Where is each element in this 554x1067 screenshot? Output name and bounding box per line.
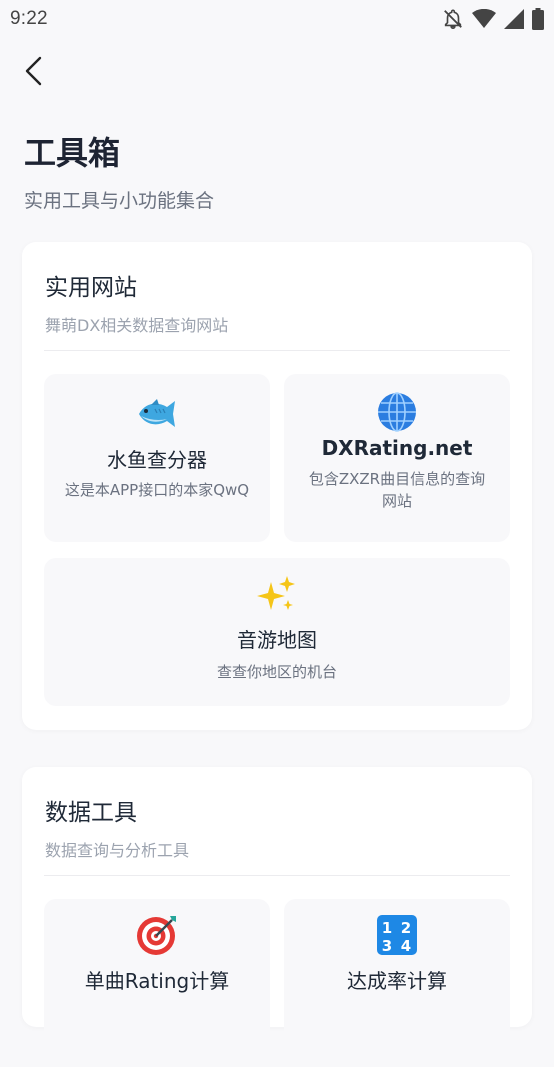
tile-name: 单曲Rating计算: [84, 969, 230, 993]
status-bar: 9:22: [0, 0, 554, 38]
divider: [44, 350, 510, 351]
shuiyu-tile[interactable]: 水鱼查分器 这是本APP接口的本家QwQ: [44, 374, 270, 542]
page-subtitle: 实用工具与小功能集合: [24, 190, 215, 212]
section-title: 实用网站: [45, 275, 137, 301]
numbers-icon: 1 2 3 4: [376, 915, 418, 955]
back-arrow-icon: [25, 56, 42, 86]
sparkles-icon: [257, 574, 297, 614]
back-button[interactable]: [16, 52, 52, 90]
status-time: 9:22: [10, 8, 48, 29]
data-tools-card: 数据工具 数据查询与分析工具 单曲Rating计算 1 2 3 4 达成率计算: [22, 767, 532, 1067]
tile-name: 水鱼查分器: [107, 448, 207, 472]
tile-name: DXRating.net: [321, 436, 473, 460]
section-description: 数据查询与分析工具: [45, 841, 190, 860]
section-description: 舞萌DX相关数据查询网站: [45, 316, 229, 335]
music-game-map-tile[interactable]: 音游地图 查查你地区的机台: [44, 558, 510, 706]
tile-description: 这是本APP接口的本家QwQ: [64, 481, 250, 499]
wifi-icon: [472, 9, 496, 28]
battery-icon: [532, 8, 544, 30]
notifications-off-icon: [444, 9, 462, 29]
section-title: 数据工具: [45, 800, 137, 826]
tile-name: 音游地图: [237, 628, 317, 652]
fish-icon: [135, 394, 179, 434]
tile-name: 达成率计算: [347, 969, 447, 993]
target-icon: [136, 915, 178, 955]
svg-text:3: 3: [382, 937, 392, 955]
dxrating-tile[interactable]: DXRating.net 包含ZXZR曲目信息的查询网站: [284, 374, 510, 542]
svg-text:2: 2: [401, 919, 411, 937]
achievement-calc-tile[interactable]: 1 2 3 4 达成率计算: [284, 899, 510, 1067]
useful-websites-card: 实用网站 舞萌DX相关数据查询网站 水鱼查分器 这是本APP接口的本家QwQ D…: [22, 242, 532, 730]
cellular-signal-icon: [504, 9, 524, 29]
status-icons: [442, 8, 544, 30]
svg-text:4: 4: [401, 937, 411, 955]
single-rating-tile[interactable]: 单曲Rating计算: [44, 899, 270, 1067]
svg-text:1: 1: [382, 919, 392, 937]
divider: [44, 875, 510, 876]
tile-description: 包含ZXZR曲目信息的查询网站: [308, 470, 486, 510]
tile-description: 查查你地区的机台: [216, 663, 337, 681]
page-title: 工具箱: [24, 134, 121, 172]
globe-icon: [377, 392, 417, 432]
